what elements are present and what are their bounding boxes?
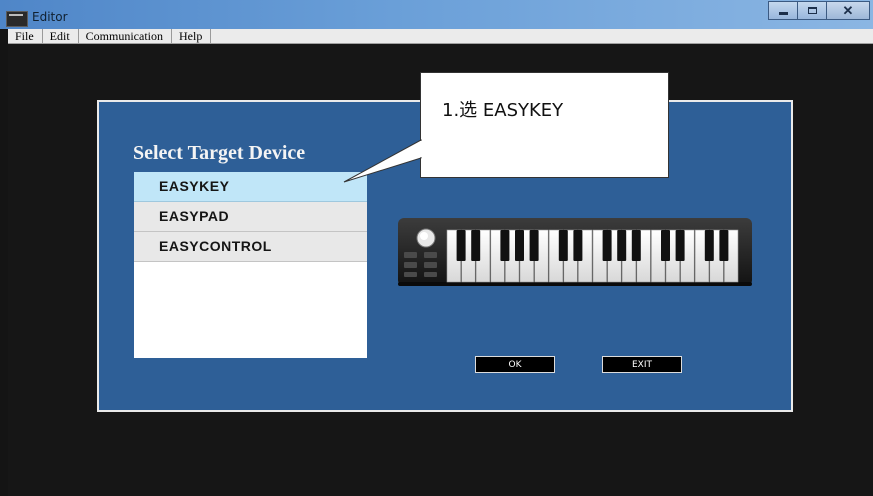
maximize-icon	[807, 7, 817, 14]
black-key	[631, 230, 641, 261]
device-item-easykey[interactable]: EASYKEY	[134, 172, 367, 202]
close-button[interactable]: ✕	[826, 1, 870, 20]
black-key	[617, 230, 627, 261]
black-key	[471, 230, 481, 261]
exit-button[interactable]: EXIT	[602, 356, 682, 373]
black-key	[558, 230, 568, 261]
black-key	[704, 230, 714, 261]
device-list[interactable]: EASYKEY EASYPAD EASYCONTROL	[134, 172, 367, 358]
black-key	[515, 230, 524, 261]
black-key	[529, 230, 539, 261]
black-key	[573, 230, 583, 261]
black-key	[719, 230, 729, 261]
window-controls: ✕	[768, 1, 870, 20]
menu-communication[interactable]: Communication	[79, 29, 172, 43]
maximize-button[interactable]	[797, 1, 827, 20]
ok-button[interactable]: OK	[475, 356, 555, 373]
midi-keyboard-image	[398, 218, 752, 286]
device-item-easypad[interactable]: EASYPAD	[134, 202, 367, 232]
menu-edit[interactable]: Edit	[43, 29, 79, 43]
close-icon: ✕	[842, 3, 854, 18]
black-key	[675, 230, 685, 261]
black-key	[456, 230, 466, 261]
black-key	[500, 230, 510, 261]
panel-heading: Select Target Device	[133, 142, 306, 164]
black-key	[661, 230, 670, 261]
annotation-callout	[420, 72, 669, 178]
menu-help[interactable]: Help	[172, 29, 212, 43]
app-icon	[6, 11, 28, 27]
menu-bar: File Edit Communication Help	[8, 29, 873, 44]
title-bar[interactable]: Editor ✕	[0, 0, 873, 29]
black-key	[602, 230, 612, 261]
minimize-button[interactable]	[768, 1, 798, 20]
menu-file[interactable]: File	[8, 29, 43, 43]
annotation-text: 1.选 EASYKEY	[442, 100, 564, 121]
window-title: Editor	[32, 10, 68, 24]
minimize-icon	[778, 12, 788, 15]
device-item-easycontrol[interactable]: EASYCONTROL	[134, 232, 367, 262]
